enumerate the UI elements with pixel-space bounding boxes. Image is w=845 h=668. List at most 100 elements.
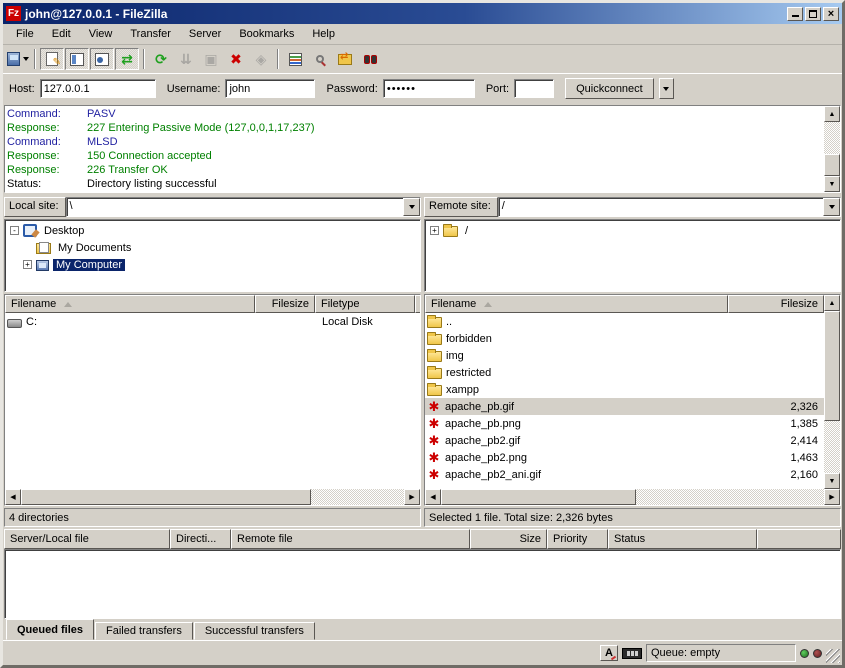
scroll-left-icon[interactable]: ◀: [425, 489, 441, 505]
refresh-button[interactable]: ⟳: [149, 48, 173, 70]
close-button[interactable]: ×: [823, 7, 839, 21]
file-row[interactable]: ✱apache_pb2_ani.gif 2,160: [425, 466, 824, 483]
scroll-right-icon[interactable]: ▶: [404, 489, 420, 505]
local-horizontal-scrollbar[interactable]: ◀ ▶: [5, 489, 420, 505]
menu-server[interactable]: Server: [180, 26, 230, 42]
process-queue-button[interactable]: ⇊: [174, 48, 198, 70]
tab-queued-files[interactable]: Queued files: [6, 619, 94, 640]
tree-item-desktop[interactable]: - Desktop: [6, 222, 419, 239]
password-input[interactable]: [383, 79, 475, 98]
column-filesize[interactable]: Filesize: [255, 295, 315, 313]
expand-icon[interactable]: +: [430, 226, 439, 235]
column-filename[interactable]: Filename: [5, 295, 255, 313]
quickconnect-button[interactable]: Quickconnect: [565, 78, 654, 99]
menu-file[interactable]: File: [7, 26, 43, 42]
menu-transfer[interactable]: Transfer: [121, 26, 180, 42]
toggle-remote-tree-button[interactable]: [90, 48, 114, 70]
remote-vertical-scrollbar[interactable]: ▲ ▼: [824, 295, 840, 489]
quickconnect-dropdown-button[interactable]: [659, 78, 674, 99]
file-row[interactable]: ..: [425, 313, 824, 330]
file-row[interactable]: ✱apache_pb2.gif 2,414: [425, 432, 824, 449]
tree-item-label[interactable]: /: [462, 225, 471, 237]
log-vertical-scrollbar[interactable]: ▲ ▼: [824, 106, 840, 192]
column-filename[interactable]: Filename: [425, 295, 728, 313]
scroll-up-icon[interactable]: ▲: [824, 295, 840, 311]
speed-limit-indicator-icon[interactable]: [622, 648, 642, 659]
scroll-right-icon[interactable]: ▶: [824, 489, 840, 505]
toggle-message-log-button[interactable]: [40, 48, 64, 70]
scroll-up-icon[interactable]: ▲: [824, 106, 840, 122]
username-input[interactable]: [225, 79, 315, 98]
cancel-operation-button[interactable]: ▣: [199, 48, 223, 70]
remote-directory-tree[interactable]: + /: [424, 219, 841, 292]
remote-site-dropdown-button[interactable]: [823, 198, 840, 216]
local-file-list[interactable]: C: Local Disk: [5, 313, 420, 489]
file-row[interactable]: xampp: [425, 381, 824, 398]
scrollbar-thumb[interactable]: [824, 311, 840, 421]
local-directory-tree[interactable]: - Desktop My Documents + My Computer: [4, 219, 421, 292]
scroll-down-icon[interactable]: ▼: [824, 176, 840, 192]
file-row[interactable]: ✱apache_pb2.png 1,463: [425, 449, 824, 466]
status-bar: A Queue: empty: [3, 640, 842, 665]
reconnect-button[interactable]: ◈: [249, 48, 273, 70]
scrollbar-thumb[interactable]: [21, 489, 311, 505]
column-direction[interactable]: Directi...: [170, 529, 231, 549]
toggle-queue-button[interactable]: ⇄: [115, 48, 139, 70]
menu-edit[interactable]: Edit: [43, 26, 80, 42]
menu-view[interactable]: View: [80, 26, 122, 42]
remote-horizontal-scrollbar[interactable]: ◀ ▶: [425, 489, 840, 505]
tab-failed-transfers[interactable]: Failed transfers: [95, 622, 193, 640]
remote-site-combo[interactable]: /: [498, 197, 841, 217]
expand-icon[interactable]: +: [23, 260, 32, 269]
host-input[interactable]: [40, 79, 156, 98]
file-row-selected[interactable]: ✱apache_pb.gif 2,326: [425, 398, 824, 415]
file-row[interactable]: ✱apache_pb.png 1,385: [425, 415, 824, 432]
tree-item-root[interactable]: + /: [426, 222, 839, 239]
collapse-icon[interactable]: -: [10, 226, 19, 235]
file-row[interactable]: forbidden: [425, 330, 824, 347]
file-row[interactable]: C: Local Disk: [5, 313, 420, 330]
directory-comparison-button[interactable]: [333, 48, 357, 70]
remote-file-list[interactable]: .. forbidden img: [425, 313, 824, 489]
tree-item-label[interactable]: My Documents: [55, 242, 134, 254]
tree-item-my-documents[interactable]: My Documents: [6, 239, 419, 256]
local-site-combo[interactable]: \: [66, 197, 421, 217]
site-manager-button[interactable]: [6, 48, 30, 70]
file-row[interactable]: img: [425, 347, 824, 364]
column-remote-file[interactable]: Remote file: [231, 529, 470, 549]
column-server-local-file[interactable]: Server/Local file: [4, 529, 170, 549]
scrollbar-thumb[interactable]: [824, 154, 840, 176]
titlebar[interactable]: Fz john@127.0.0.1 - FileZilla ×: [3, 3, 842, 24]
toggle-local-tree-button[interactable]: [65, 48, 89, 70]
folder-icon: [427, 334, 442, 345]
menu-bookmarks[interactable]: Bookmarks: [230, 26, 303, 42]
tree-item-label[interactable]: My Computer: [53, 259, 125, 271]
image-file-icon: ✱: [427, 400, 441, 413]
resize-grip[interactable]: [826, 649, 840, 663]
column-filetype[interactable]: Filetype: [315, 295, 415, 313]
column-priority[interactable]: Priority: [547, 529, 608, 549]
column-filesize[interactable]: Filesize: [728, 295, 824, 313]
data-type-indicator-icon[interactable]: A: [600, 645, 618, 661]
scroll-left-icon[interactable]: ◀: [5, 489, 21, 505]
log-lines[interactable]: Command:PASV Response:227 Entering Passi…: [5, 106, 824, 192]
minimize-button[interactable]: [787, 7, 803, 21]
transfer-queue-list[interactable]: [4, 549, 841, 619]
directory-listing-button[interactable]: [283, 48, 307, 70]
local-site-dropdown-button[interactable]: [403, 198, 420, 216]
menu-help[interactable]: Help: [303, 26, 344, 42]
column-size[interactable]: Size: [470, 529, 547, 549]
file-row[interactable]: restricted: [425, 364, 824, 381]
maximize-button[interactable]: [805, 7, 821, 21]
tab-successful-transfers[interactable]: Successful transfers: [194, 622, 315, 640]
tree-item-my-computer[interactable]: + My Computer: [6, 256, 419, 273]
find-files-button[interactable]: [358, 48, 382, 70]
scroll-down-icon[interactable]: ▼: [824, 473, 840, 489]
column-status[interactable]: Status: [608, 529, 757, 549]
filename-filters-button[interactable]: [308, 48, 332, 70]
tree-item-label[interactable]: Desktop: [41, 225, 87, 237]
column-last-modified[interactable]: L: [415, 295, 421, 313]
scrollbar-thumb[interactable]: [441, 489, 636, 505]
disconnect-button[interactable]: ✖: [224, 48, 248, 70]
port-input[interactable]: [514, 79, 554, 98]
